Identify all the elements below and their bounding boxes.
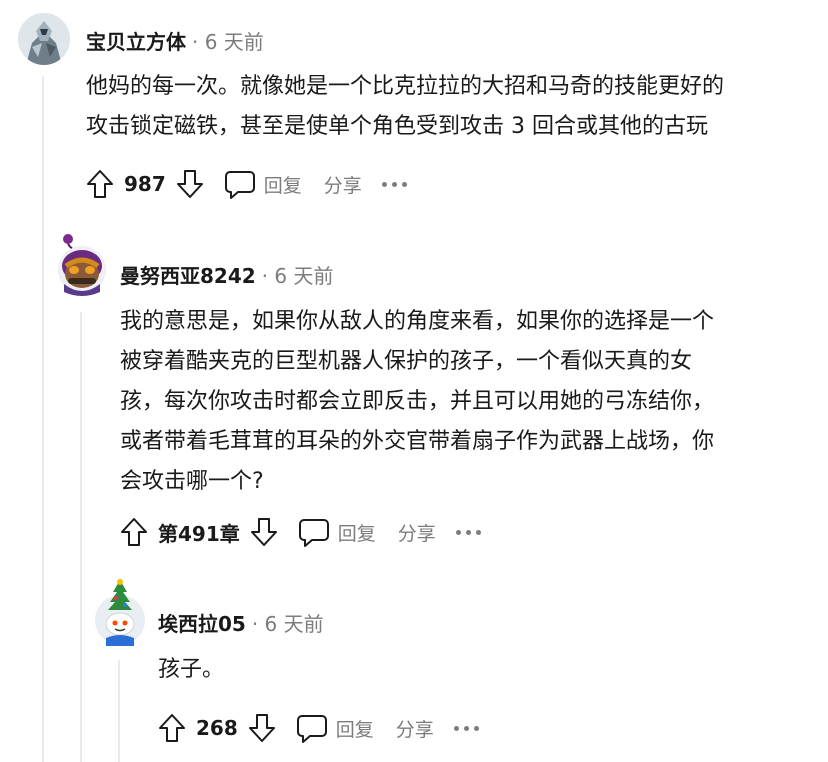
upvote-icon[interactable] xyxy=(116,514,152,550)
upvote-icon[interactable] xyxy=(82,166,118,202)
avatar[interactable] xyxy=(54,232,110,298)
timestamp: · 6 天前 xyxy=(192,30,264,54)
username[interactable]: 曼努西亚8242 xyxy=(120,260,256,289)
username[interactable]: 埃西拉05 xyxy=(158,608,246,637)
comment-actions: 987 回复 分享 xyxy=(82,164,412,204)
more-icon[interactable] xyxy=(381,166,412,202)
comment-actions: 268 回复 分享 xyxy=(154,708,484,748)
comment-header: 曼努西亚8242 · 6 天前 xyxy=(120,260,333,289)
share-button[interactable]: 分享 xyxy=(396,715,434,742)
timestamp: · 6 天前 xyxy=(251,612,324,636)
downvote-icon[interactable] xyxy=(246,514,282,550)
reply-label: 回复 xyxy=(337,522,376,545)
downvote-icon[interactable] xyxy=(244,710,280,746)
comment-body: 他妈的每一次。就像她是一个比克拉拉的大招和马奇的技能更好的 攻击锁定磁铁，甚至是… xyxy=(86,67,724,147)
comment-line: 或者带着毛茸茸的耳朵的外交官带着扇子作为武器上战场，你 xyxy=(120,429,715,454)
more-icon[interactable] xyxy=(453,710,484,746)
vote-count: 268 xyxy=(196,716,238,740)
downvote-icon[interactable] xyxy=(172,166,208,202)
comment-header: 宝贝立方体 · 6 天前 xyxy=(86,26,264,55)
comment-line: 攻击锁定磁铁，甚至是使单个角色受到攻击 3 回合或其他的古玩 xyxy=(86,114,708,139)
comment-line: 孩子。 xyxy=(158,657,225,682)
timestamp: · 6 天前 xyxy=(261,264,334,288)
thread-line-1[interactable] xyxy=(42,76,44,762)
comment-actions: 第491章 回复 分享 xyxy=(116,512,486,552)
comment-body: 我的意思是，如果你从敌人的角度来看，如果你的选择是一个 被穿着酷夹克的巨型机器人… xyxy=(120,302,714,502)
reply-button[interactable]: 回复 xyxy=(222,168,302,200)
comment-body: 孩子。 xyxy=(158,650,224,690)
reply-icon xyxy=(224,171,255,199)
vote-count: 第491章 xyxy=(158,521,240,546)
share-button[interactable]: 分享 xyxy=(324,171,362,198)
vote-count: 987 xyxy=(124,172,166,196)
reply-icon xyxy=(296,715,327,743)
thread-line-3[interactable] xyxy=(118,660,120,762)
reply-button[interactable]: 回复 xyxy=(296,516,376,548)
comment-line: 会攻击哪一个? xyxy=(120,469,264,494)
reply-icon xyxy=(298,519,329,547)
reply-label: 回复 xyxy=(335,718,374,741)
comment-line: 孩，每次你攻击时都会立即反击，并且可以用她的弓冻结你， xyxy=(120,389,715,414)
thread-line-2[interactable] xyxy=(80,312,82,762)
comment-header: 埃西拉05 · 6 天前 xyxy=(158,608,324,637)
reply-label: 回复 xyxy=(263,174,302,197)
more-icon[interactable] xyxy=(455,514,486,550)
share-button[interactable]: 分享 xyxy=(398,519,436,546)
comment-line: 被穿着酷夹克的巨型机器人保护的孩子，一个看似天真的女 xyxy=(120,349,693,374)
reply-button[interactable]: 回复 xyxy=(294,712,374,744)
username[interactable]: 宝贝立方体 xyxy=(86,26,186,55)
avatar[interactable] xyxy=(18,13,70,65)
comment-line: 我的意思是，如果你从敌人的角度来看，如果你的选择是一个 xyxy=(120,309,715,334)
avatar[interactable] xyxy=(92,578,148,646)
comment-line: 他妈的每一次。就像她是一个比克拉拉的大招和马奇的技能更好的 xyxy=(86,74,725,99)
upvote-icon[interactable] xyxy=(154,710,190,746)
